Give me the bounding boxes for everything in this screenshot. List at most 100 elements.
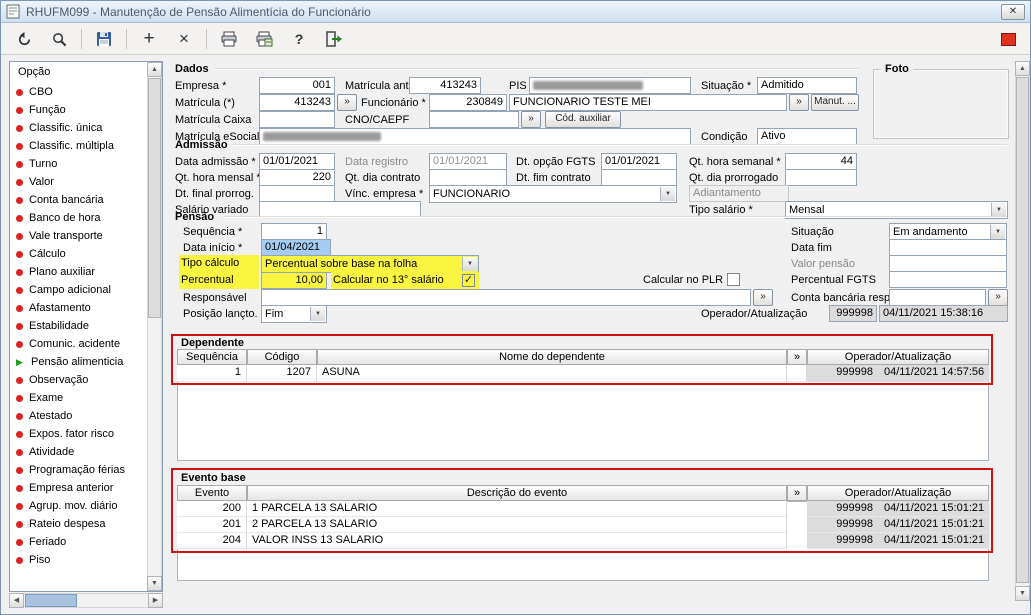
funcionario-nome-field[interactable]: FUNCIONARIO TESTE MEI	[509, 94, 787, 111]
data-admissao-field[interactable]: 01/01/2021	[259, 153, 335, 170]
pis-field[interactable]	[529, 77, 691, 94]
qt-dia-prorrogado-field[interactable]	[785, 169, 857, 186]
sidebar-item[interactable]: Comunic. acidente	[12, 335, 145, 353]
sidebar-item[interactable]: Cálculo	[12, 245, 145, 263]
delete-record-button[interactable]: ×	[171, 27, 197, 51]
evento-cell-evento[interactable]: 201	[177, 517, 247, 533]
sidebar-item[interactable]: Banco de hora	[12, 209, 145, 227]
dt-fim-contrato-field[interactable]	[601, 169, 677, 186]
data-fim-field[interactable]	[889, 239, 1007, 256]
evento-cell-descricao[interactable]: 2 PARCELA 13 SALARIO	[247, 517, 787, 533]
sidebar-item[interactable]: Campo adicional	[12, 281, 145, 299]
search-button[interactable]	[46, 27, 72, 51]
cod-auxiliar-button[interactable]: Cód. auxiliar	[545, 111, 621, 128]
sidebar-item[interactable]: Rateio despesa	[12, 515, 145, 533]
sidebar-item[interactable]: Vale transporte	[12, 227, 145, 245]
percentual-field[interactable]: 10,00	[261, 272, 327, 289]
sidebar-item[interactable]: Conta bancária	[12, 191, 145, 209]
calc-13-checkbox[interactable]: ✓	[462, 274, 475, 287]
add-record-button[interactable]: +	[136, 27, 162, 51]
percentual-fgts-field[interactable]	[889, 271, 1007, 288]
cno-lookup-button[interactable]: »	[521, 111, 541, 128]
matricula-anterior-field[interactable]: 413243	[409, 77, 481, 94]
dt-final-prorrog-field[interactable]	[259, 185, 335, 202]
sidebar-scroll-up-button[interactable]: ▲	[147, 62, 162, 77]
qt-hora-mensal-field[interactable]: 220	[259, 169, 335, 186]
sidebar-item[interactable]: Estabilidade	[12, 317, 145, 335]
print-batch-button[interactable]	[251, 27, 277, 51]
sidebar-item[interactable]: Classific. múltipla	[12, 137, 145, 155]
data-inicio-field[interactable]: 01/04/2021	[261, 239, 331, 256]
chevron-down-icon[interactable]: ▼	[991, 203, 1006, 217]
sidebar-item[interactable]: Classific. única	[12, 119, 145, 137]
vinc-empresa-combo[interactable]: FUNCIONARIO ▼	[429, 185, 677, 203]
sidebar-item[interactable]: Plano auxiliar	[12, 263, 145, 281]
sidebar-item[interactable]: Função	[12, 101, 145, 119]
sidebar-item[interactable]: Piso	[12, 551, 145, 569]
print-button[interactable]	[216, 27, 242, 51]
qt-hora-semanal-field[interactable]: 44	[785, 153, 857, 170]
main-scroll-down-button[interactable]: ▼	[1015, 586, 1030, 601]
save-button[interactable]	[91, 27, 117, 51]
sidebar-item[interactable]: Valor	[12, 173, 145, 191]
matricula-lookup-button[interactable]: »	[337, 94, 357, 111]
sidebar-item[interactable]: Expos. fator risco	[12, 425, 145, 443]
evento-cell-evento[interactable]: 200	[177, 501, 247, 517]
exit-button[interactable]	[321, 27, 347, 51]
qt-dia-contrato-field[interactable]	[429, 169, 507, 186]
sidebar-item[interactable]: Afastamento	[12, 299, 145, 317]
dependente-lookup-button[interactable]: »	[787, 349, 807, 365]
cno-caepf-field[interactable]	[429, 111, 519, 128]
matricula-esocial-field[interactable]	[259, 128, 691, 145]
responsavel-lookup-button[interactable]: »	[753, 289, 773, 306]
dependente-cell-blank[interactable]	[787, 365, 807, 382]
dependente-cell-nome[interactable]: ASUNA	[317, 365, 787, 382]
responsavel-field[interactable]	[261, 289, 751, 306]
funcionario-lookup-button[interactable]: »	[789, 94, 809, 111]
dependente-cell-sequencia[interactable]: 1	[177, 365, 247, 382]
sidebar-item[interactable]: Programação férias	[12, 461, 145, 479]
calc-plr-checkbox[interactable]	[727, 273, 740, 286]
sidebar-item[interactable]: Agrup. mov. diário	[12, 497, 145, 515]
funcionario-code-field[interactable]: 230849	[429, 94, 507, 111]
sidebar-item[interactable]: ▶ Pensão alimenticia	[12, 353, 145, 371]
sidebar-scroll-right-button[interactable]: ▶	[148, 593, 163, 608]
conta-bancaria-lookup-button[interactable]: »	[988, 289, 1008, 306]
sidebar-item[interactable]: Empresa anterior	[12, 479, 145, 497]
matricula-caixa-field[interactable]	[259, 111, 335, 128]
sidebar-item[interactable]: Turno	[12, 155, 145, 173]
chevron-down-icon[interactable]: ▼	[462, 257, 477, 271]
sidebar-item[interactable]: Feriado	[12, 533, 145, 551]
tipo-calculo-combo[interactable]: Percentual sobre base na folha ▼	[261, 255, 479, 273]
posicao-lancto-combo[interactable]: Fim ▼	[261, 305, 327, 323]
main-scroll-thumb[interactable]	[1016, 77, 1029, 583]
main-scroll-up-button[interactable]: ▲	[1015, 61, 1030, 76]
evento-lookup-button[interactable]: »	[787, 485, 807, 501]
sidebar-item[interactable]: Exame	[12, 389, 145, 407]
sequencia-field[interactable]: 1	[261, 223, 327, 240]
close-button[interactable]: ✕	[1001, 4, 1025, 20]
condicao-field[interactable]: Ativo	[757, 128, 857, 145]
chevron-down-icon[interactable]: ▼	[310, 307, 325, 321]
chevron-down-icon[interactable]: ▼	[990, 225, 1005, 239]
manut-button[interactable]: Manut. ...	[811, 94, 859, 111]
matricula-field[interactable]: 413243	[259, 94, 335, 111]
sidebar-item[interactable]: Atestado	[12, 407, 145, 425]
sidebar-hscroll-thumb[interactable]	[25, 594, 77, 607]
dt-opcao-fgts-field[interactable]: 01/01/2021	[601, 153, 677, 170]
sidebar-scroll-thumb[interactable]	[148, 78, 161, 318]
undo-button[interactable]	[11, 27, 37, 51]
sidebar-scroll-down-button[interactable]: ▼	[147, 576, 162, 591]
sidebar-scroll-left-button[interactable]: ◀	[9, 593, 24, 608]
dependente-cell-codigo[interactable]: 1207	[247, 365, 317, 382]
sidebar-item[interactable]: Observação	[12, 371, 145, 389]
chevron-down-icon[interactable]: ▼	[660, 187, 675, 201]
evento-cell-descricao[interactable]: 1 PARCELA 13 SALARIO	[247, 501, 787, 517]
situacao-contrato-field[interactable]: Admitido	[757, 77, 857, 94]
sidebar-item[interactable]: Atividade	[12, 443, 145, 461]
empresa-field[interactable]: 001	[259, 77, 335, 94]
sidebar-item[interactable]: CBO	[12, 83, 145, 101]
help-button[interactable]: ?	[286, 27, 312, 51]
conta-bancaria-resp-field[interactable]	[889, 289, 986, 306]
evento-cell-evento[interactable]: 204	[177, 533, 247, 549]
